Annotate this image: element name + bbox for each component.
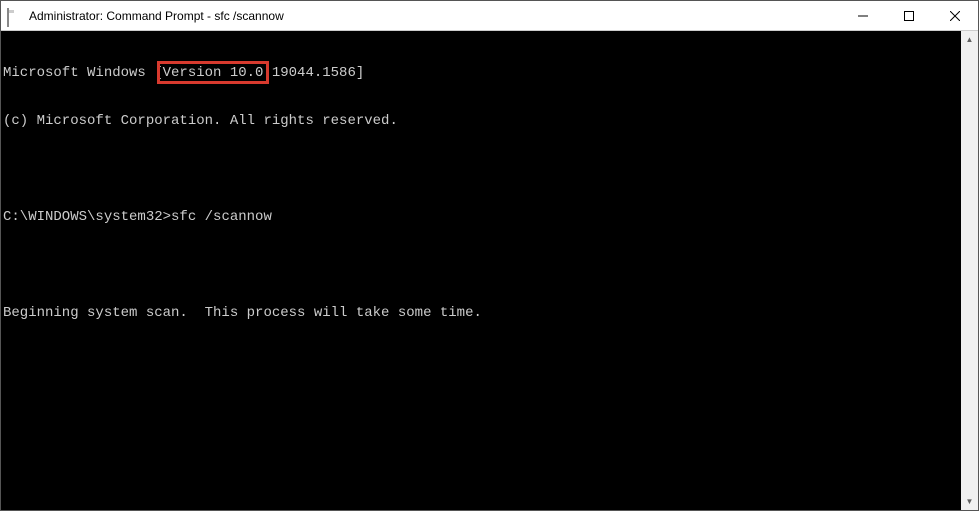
scroll-track[interactable] [961, 48, 978, 493]
close-button[interactable] [932, 1, 978, 30]
terminal-area: Microsoft Windows [Version 10.0.19044.15… [1, 31, 978, 510]
chevron-up-icon: ▲ [966, 35, 974, 44]
command-prompt-icon [7, 9, 23, 23]
output-line [3, 257, 961, 273]
maximize-icon [904, 11, 914, 21]
terminal-output[interactable]: Microsoft Windows [Version 10.0.19044.15… [1, 31, 961, 510]
output-line: (c) Microsoft Corporation. All rights re… [3, 113, 961, 129]
maximize-button[interactable] [886, 1, 932, 30]
close-icon [950, 11, 960, 21]
prompt-line: C:\WINDOWS\system32>sfc /scannow [3, 209, 961, 225]
scroll-up-button[interactable]: ▲ [961, 31, 978, 48]
prompt-text: C:\WINDOWS\system32> [3, 209, 171, 225]
vertical-scrollbar[interactable]: ▲ ▼ [961, 31, 978, 510]
command-prompt-window: Administrator: Command Prompt - sfc /sca… [0, 0, 979, 511]
command-text: sfc /scannow [171, 209, 272, 225]
minimize-icon [858, 11, 868, 21]
chevron-down-icon: ▼ [966, 497, 974, 506]
output-line: Microsoft Windows [Version 10.0.19044.15… [3, 65, 961, 81]
window-title: Administrator: Command Prompt - sfc /sca… [29, 9, 840, 23]
titlebar[interactable]: Administrator: Command Prompt - sfc /sca… [1, 1, 978, 31]
output-line: Beginning system scan. This process will… [3, 305, 961, 321]
output-line [3, 161, 961, 177]
minimize-button[interactable] [840, 1, 886, 30]
window-controls [840, 1, 978, 30]
scroll-down-button[interactable]: ▼ [961, 493, 978, 510]
